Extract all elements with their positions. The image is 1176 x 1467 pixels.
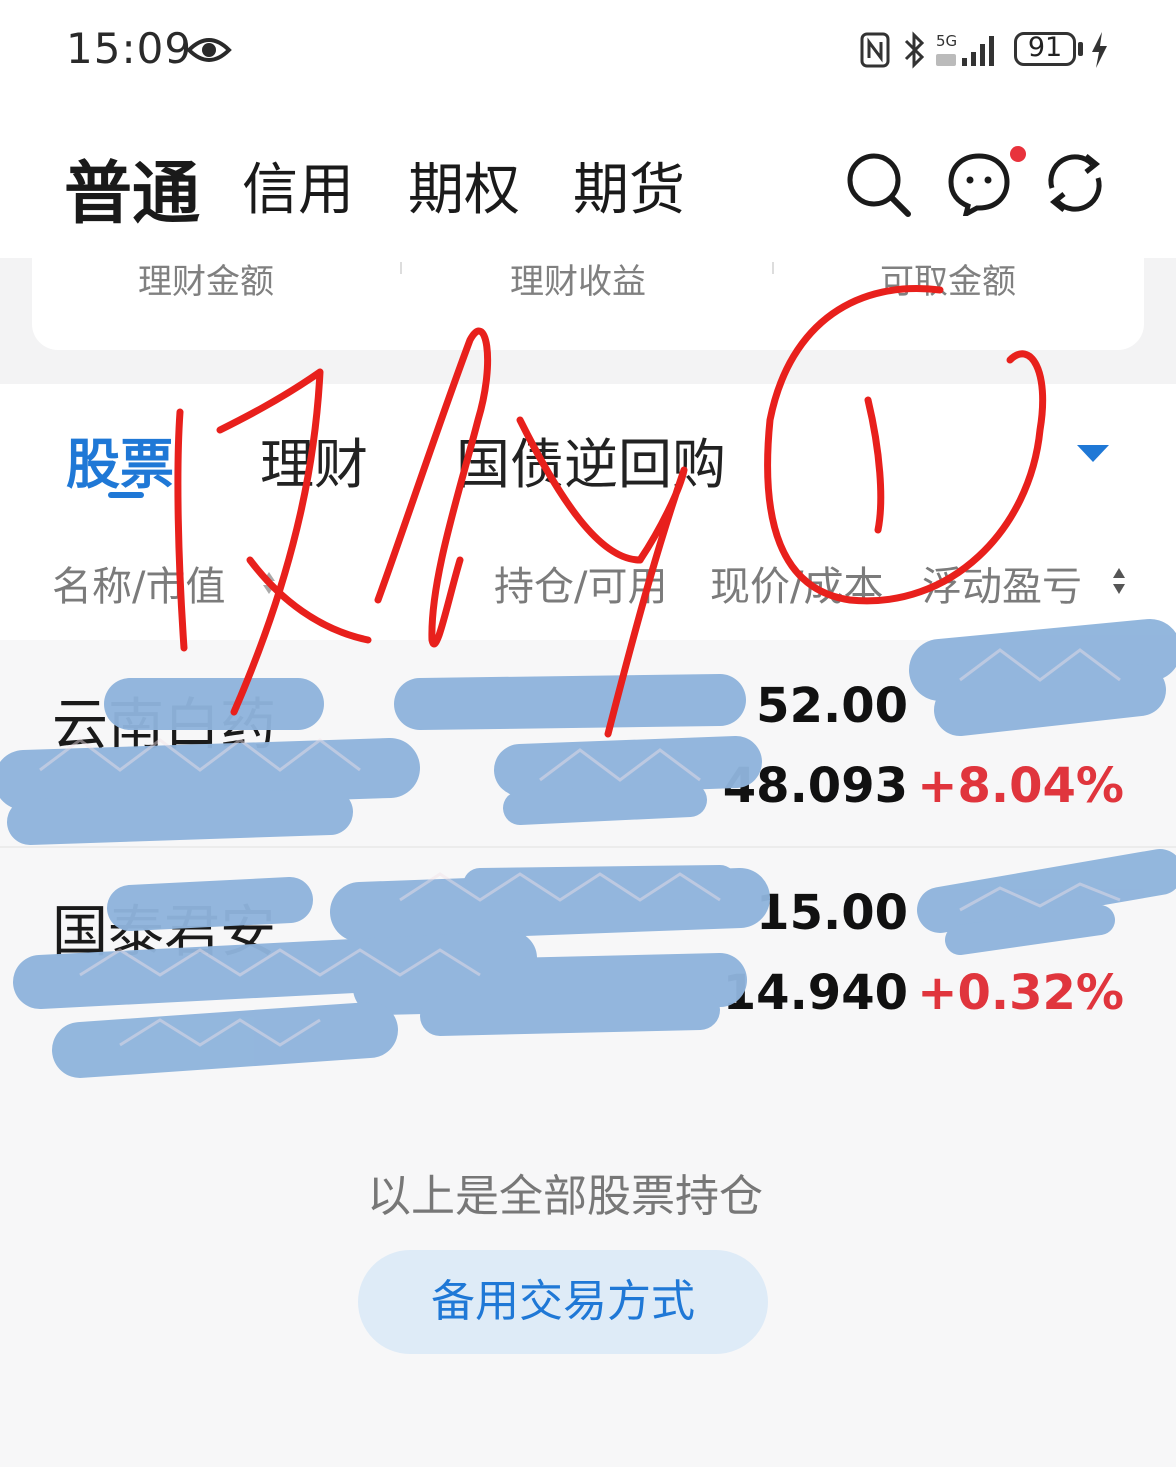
stock-name: 国泰君安 [52, 900, 276, 965]
refresh-icon[interactable] [1040, 150, 1110, 216]
bluetooth-icon [904, 31, 925, 69]
holding-type-tabs: 股票 理财 国债逆回购 [0, 384, 1176, 524]
cost-price: 14.940 [722, 965, 908, 1021]
status-bar: 15:09 5G 91 [0, 0, 1176, 100]
sort-icon[interactable] [262, 570, 276, 596]
stock-name: 云南白药 [52, 693, 276, 758]
charging-icon [1092, 32, 1107, 68]
column-holding-available[interactable]: 持仓/可用 [494, 554, 667, 612]
holdings-column-headers: 名称/市值 持仓/可用 现价/成本 浮动盈亏 [0, 524, 1176, 640]
end-of-list-text: 以上是全部股票持仓 [367, 1171, 763, 1222]
pnl-percent: +0.32% [917, 965, 1124, 1021]
column-name-value[interactable]: 名称/市值 [52, 554, 225, 612]
summary-divider [772, 262, 774, 274]
account-type-tabs: 普通 信用 期权 期货 [0, 100, 1176, 258]
backup-trading-button[interactable]: 备用交易方式 [358, 1250, 768, 1354]
nfc-icon [860, 32, 890, 68]
table-row[interactable]: 国泰君安 15.00 14.940 +0.32% [0, 847, 1176, 1054]
tab-credit[interactable]: 信用 [242, 145, 354, 226]
message-bubble-icon[interactable] [946, 150, 1012, 216]
status-time: 15:09 [66, 24, 193, 73]
subtab-stocks[interactable]: 股票 [66, 420, 174, 499]
pnl-percent: +8.04% [917, 758, 1124, 814]
triangle-down-icon[interactable] [1074, 442, 1112, 464]
signal-5g-icon: 5G [936, 32, 994, 66]
summary-label-withdrawable: 可取金额 [880, 262, 1016, 302]
summary-label-finance-amount: 理财金额 [138, 262, 274, 302]
holdings-list: 云南白药 52.00 48.093 +8.04% 国泰君安 15.00 14.9… [0, 640, 1176, 1054]
svg-text:5G: 5G [936, 32, 957, 50]
search-icon[interactable] [844, 150, 912, 218]
column-pnl[interactable]: 浮动盈亏 [922, 554, 1082, 612]
subtab-finance[interactable]: 理财 [260, 420, 368, 499]
column-price-cost[interactable]: 现价/成本 [710, 554, 883, 612]
cost-price: 48.093 [722, 758, 908, 814]
battery-tip [1078, 42, 1083, 56]
sort-icon[interactable] [1112, 566, 1126, 596]
tab-futures[interactable]: 期货 [573, 145, 685, 226]
tab-options[interactable]: 期权 [408, 145, 520, 226]
active-tab-indicator [108, 492, 144, 498]
app-screen: 15:09 5G 91 普通 信用 期权 期货 理财金额 理财收益 可取金额 股… [0, 0, 1176, 1467]
notification-dot [1010, 146, 1026, 162]
subtab-reverse-repo[interactable]: 国债逆回购 [456, 420, 726, 499]
table-row[interactable]: 云南白药 52.00 48.093 +8.04% [0, 640, 1176, 848]
holdings-footer: 以上是全部股票持仓 备用交易方式 [0, 1054, 1176, 1467]
summary-divider [400, 262, 402, 274]
current-price: 52.00 [756, 678, 908, 734]
eye-icon [186, 38, 232, 62]
battery-level: 91 [1027, 32, 1063, 63]
summary-label-finance-income: 理财收益 [510, 262, 646, 302]
current-price: 15.00 [756, 885, 908, 941]
battery-indicator: 91 [1014, 32, 1076, 66]
tab-normal[interactable]: 普通 [64, 138, 200, 237]
